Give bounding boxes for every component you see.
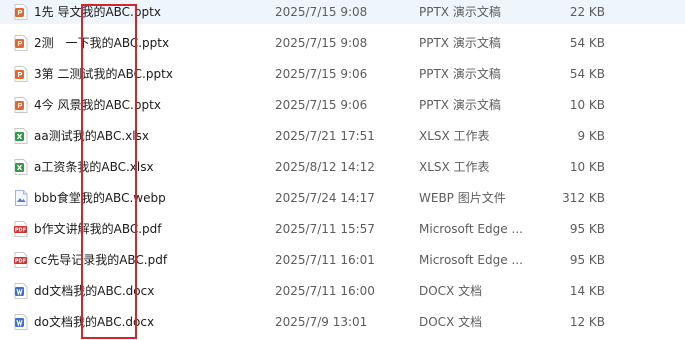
file-row[interactable]: dd文档我的ABC.docx 2025/7/11 16:00 DOCX 文档 14 K… [0, 279, 685, 303]
file-size: 95 KB [569, 253, 605, 267]
pptx-icon [14, 35, 28, 51]
file-row[interactable]: PDF cc先导记录我的ABC.pdf 2025/7/11 16:01 Microso… [0, 248, 685, 272]
file-size: 312 KB [562, 191, 605, 205]
file-list: 1先 导文我的ABC.pptx 2025/7/15 9:08 PPTX 演示文稿 22… [0, 0, 685, 340]
file-size: 12 KB [569, 315, 605, 329]
webp-icon [14, 190, 28, 206]
file-size: 10 KB [569, 160, 605, 174]
file-name: 3第 二测试我的ABC.pptx [34, 67, 173, 81]
file-row[interactable]: bbb食堂我的ABC.webp 2025/7/24 14:17 WEBP 图片文件 3… [0, 186, 685, 210]
file-modified-date: 2025/7/11 16:01 [275, 253, 375, 267]
pptx-icon [14, 66, 28, 82]
file-name: dd文档我的ABC.docx [34, 284, 155, 298]
file-name: do文档我的ABC.docx [34, 315, 155, 329]
file-name: b作文讲解我的ABC.pdf [34, 222, 162, 236]
pptx-icon [14, 4, 28, 20]
file-size: 54 KB [569, 36, 605, 50]
file-modified-date: 2025/7/15 9:06 [275, 98, 368, 112]
file-type: PPTX 演示文稿 [419, 67, 501, 81]
file-type: WEBP 图片文件 [419, 191, 506, 205]
file-modified-date: 2025/8/12 14:12 [275, 160, 375, 174]
file-type: DOCX 文档 [419, 315, 483, 329]
file-name: 1先 导文我的ABC.pptx [34, 5, 161, 19]
pptx-icon [14, 97, 28, 113]
file-modified-date: 2025/7/15 9:08 [275, 5, 368, 19]
file-size: 22 KB [569, 5, 605, 19]
docx-icon [14, 283, 28, 299]
file-type: PPTX 演示文稿 [419, 5, 501, 19]
xlsx-icon [14, 128, 28, 144]
file-type: XLSX 工作表 [419, 129, 490, 143]
file-row[interactable]: 1先 导文我的ABC.pptx 2025/7/15 9:08 PPTX 演示文稿 22… [0, 0, 685, 24]
file-modified-date: 2025/7/11 15:57 [275, 222, 375, 236]
file-row[interactable]: a工资条我的ABC.xlsx 2025/8/12 14:12 XLSX 工作表 10 … [0, 155, 685, 179]
file-modified-date: 2025/7/15 9:06 [275, 67, 368, 81]
file-modified-date: 2025/7/24 14:17 [275, 191, 375, 205]
file-row[interactable]: do文档我的ABC.docx 2025/7/9 13:01 DOCX 文档 12 KB [0, 310, 685, 334]
file-row[interactable]: 2测 一下我的ABC.pptx 2025/7/15 9:08 PPTX 演示文稿 54… [0, 31, 685, 55]
svg-text:PDF: PDF [15, 259, 26, 265]
file-name: aa测试我的ABC.xlsx [34, 129, 149, 143]
file-size: 9 KB [577, 129, 605, 143]
file-name: 4今 风景我的ABC.pptx [34, 98, 161, 112]
file-row[interactable]: 4今 风景我的ABC.pptx 2025/7/15 9:06 PPTX 演示文稿 10… [0, 93, 685, 117]
file-size: 14 KB [569, 284, 605, 298]
file-type: PPTX 演示文稿 [419, 98, 501, 112]
docx-icon [14, 314, 28, 330]
file-name: cc先导记录我的ABC.pdf [34, 253, 168, 267]
file-size: 10 KB [569, 98, 605, 112]
file-name: 2测 一下我的ABC.pptx [34, 36, 170, 50]
file-size: 54 KB [569, 67, 605, 81]
file-modified-date: 2025/7/21 17:51 [275, 129, 375, 143]
file-type: Microsoft Edge ... [419, 222, 523, 236]
pdf-icon: PDF [14, 221, 28, 237]
xlsx-icon [14, 159, 28, 175]
file-type: PPTX 演示文稿 [419, 36, 501, 50]
file-size: 95 KB [569, 222, 605, 236]
file-row[interactable]: 3第 二测试我的ABC.pptx 2025/7/15 9:06 PPTX 演示文稿 5… [0, 62, 685, 86]
file-type: XLSX 工作表 [419, 160, 490, 174]
file-type: DOCX 文档 [419, 284, 483, 298]
pdf-icon: PDF [14, 252, 28, 268]
file-modified-date: 2025/7/15 9:08 [275, 36, 368, 50]
file-row[interactable]: aa测试我的ABC.xlsx 2025/7/21 17:51 XLSX 工作表 9 K… [0, 124, 685, 148]
file-type: Microsoft Edge ... [419, 253, 523, 267]
svg-text:PDF: PDF [15, 228, 26, 234]
file-modified-date: 2025/7/11 16:00 [275, 284, 375, 298]
file-modified-date: 2025/7/9 13:01 [275, 315, 368, 329]
file-name: a工资条我的ABC.xlsx [34, 160, 154, 174]
file-name: bbb食堂我的ABC.webp [34, 191, 166, 205]
file-row[interactable]: PDF b作文讲解我的ABC.pdf 2025/7/11 15:57 Microsof… [0, 217, 685, 241]
